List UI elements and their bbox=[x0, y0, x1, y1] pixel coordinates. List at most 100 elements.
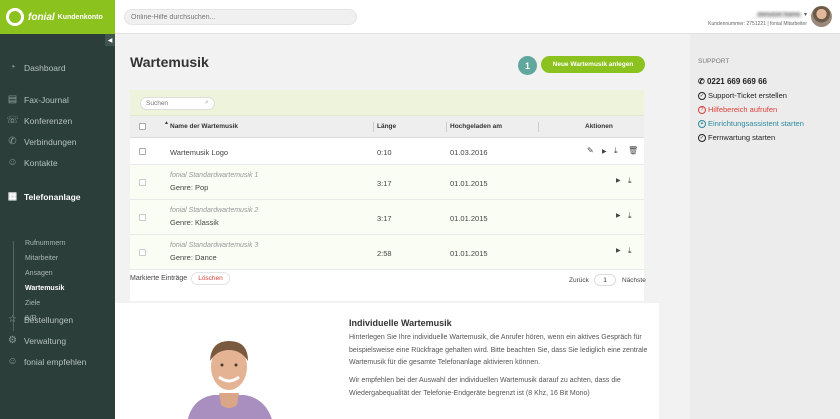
column-header-name[interactable]: Name der Wartemusik bbox=[170, 123, 238, 130]
link-support-ticket[interactable]: ✓ Support-Ticket erstellen bbox=[698, 91, 787, 100]
subnav-item-ziele[interactable]: Ziele bbox=[25, 300, 40, 307]
sidebar-item-bestellungen[interactable]: ☆ Bestellungen bbox=[0, 314, 115, 325]
play-icon[interactable]: ▶ bbox=[616, 177, 621, 184]
pagination-next[interactable]: Nächste bbox=[622, 277, 646, 284]
edit-icon[interactable]: ✎ bbox=[587, 146, 594, 155]
link-label: Hilfebereich aufrufen bbox=[708, 105, 778, 114]
row-name: Wartemusik Logo bbox=[170, 148, 229, 157]
pagination-page-input[interactable]: 1 bbox=[594, 274, 616, 286]
sidebar-collapse-icon[interactable]: ◀ bbox=[105, 34, 115, 46]
support-heading: SUPPORT bbox=[698, 58, 730, 65]
link-help-area[interactable]: ? Hilfebereich aufrufen bbox=[698, 105, 777, 114]
row-genre: Genre: Pop bbox=[170, 183, 209, 192]
trash-icon[interactable]: 🗑 bbox=[628, 146, 638, 155]
table-row[interactable]: fonial Standardwartemusik 1 Genre: Pop 3… bbox=[130, 165, 644, 200]
row-length: 3:17 bbox=[377, 179, 392, 188]
link-label: Fernwartung starten bbox=[708, 133, 776, 142]
row-uploaded: 01.03.2016 bbox=[450, 148, 488, 157]
sidebar-item-label: Verwaltung bbox=[24, 335, 67, 346]
row-uploaded: 01.01.2015 bbox=[450, 249, 488, 258]
link-label: Support-Ticket erstellen bbox=[708, 91, 787, 100]
table-row[interactable]: fonial Standardwartemusik 2 Genre: Klass… bbox=[130, 200, 644, 235]
step-badge: 1 bbox=[518, 56, 537, 75]
star-icon: ☆ bbox=[8, 314, 17, 325]
sidebar-item-fax-journal[interactable]: ▤ Fax-Journal bbox=[0, 94, 115, 105]
conference-icon: ☏ bbox=[6, 115, 19, 126]
column-header-actions: Aktionen bbox=[585, 123, 613, 130]
person-photo bbox=[181, 333, 277, 419]
page-title: Wartemusik bbox=[130, 54, 209, 70]
column-divider bbox=[373, 122, 374, 132]
table-search-input[interactable] bbox=[140, 97, 215, 110]
row-genre: Genre: Klassik bbox=[170, 218, 219, 227]
main-content: Wartemusik 1 Neue Wartemusik anlegen ⌕ ▲… bbox=[115, 34, 690, 419]
avatar[interactable] bbox=[811, 6, 832, 27]
row-length: 3:17 bbox=[377, 214, 392, 223]
select-all-checkbox[interactable] bbox=[139, 123, 146, 130]
row-genre: Genre: Dance bbox=[170, 253, 217, 262]
bulk-action-label: Markierte Einträge bbox=[130, 275, 188, 282]
phone-system-icon: ▦ bbox=[7, 191, 18, 202]
delete-button[interactable]: Löschen bbox=[191, 272, 230, 285]
row-checkbox[interactable] bbox=[139, 148, 146, 155]
row-checkbox[interactable] bbox=[139, 179, 146, 186]
help-search-input[interactable] bbox=[124, 9, 357, 25]
recommend-icon: ☺ bbox=[7, 356, 18, 367]
remote-icon: ✓ bbox=[698, 133, 706, 142]
play-icon[interactable]: ▶ bbox=[616, 212, 621, 219]
sort-asc-icon[interactable]: ▲ bbox=[164, 120, 169, 126]
download-icon[interactable]: ⤓ bbox=[614, 146, 618, 156]
user-name[interactable]: Benutzer Name bbox=[756, 12, 802, 18]
sidebar-item-kontakte[interactable]: ☺ Kontakte bbox=[0, 157, 115, 168]
brand-logo[interactable]: fonial Kundenkonto bbox=[0, 0, 115, 34]
play-icon[interactable]: ▶ bbox=[616, 247, 621, 254]
sidebar-item-dashboard[interactable]: ◔ Dashboard bbox=[0, 62, 115, 73]
table-row[interactable]: fonial Standardwartemusik 3 Genre: Dance… bbox=[130, 235, 644, 270]
sidebar-item-label: fonial empfehlen bbox=[24, 356, 87, 367]
table-row[interactable]: Wartemusik Logo 0:10 01.03.2016 ✎ ▶ ⤓ 🗑 bbox=[130, 138, 644, 165]
info-paragraph: Hinterlegen Sie Ihre individuelle Wartem… bbox=[349, 334, 648, 366]
table-header: ▲ Name der Wartemusik Länge Hochgeladen … bbox=[130, 116, 644, 138]
sidebar-item-label: Konferenzen bbox=[24, 115, 73, 126]
column-header-length[interactable]: Länge bbox=[377, 123, 396, 130]
subnav-item-wartemusik[interactable]: Wartemusik bbox=[25, 285, 64, 292]
subnav-item-rufnummern[interactable]: Rufnummern bbox=[25, 240, 65, 247]
pagination-prev[interactable]: Zurück bbox=[569, 277, 589, 284]
sidebar-item-empfehlen[interactable]: ☺ fonial empfehlen bbox=[0, 356, 115, 367]
column-divider bbox=[446, 122, 447, 132]
logo-icon bbox=[6, 8, 24, 26]
link-remote-support[interactable]: ✓ Fernwartung starten bbox=[698, 133, 775, 142]
link-label: Einrichtungsassistent starten bbox=[708, 119, 804, 128]
subnav-item-ansagen[interactable]: Ansagen bbox=[25, 270, 53, 277]
chevron-down-icon[interactable]: ▾ bbox=[804, 12, 807, 18]
sidebar: ◀ ◔ Dashboard ▤ Fax-Journal ☏ Konferenze… bbox=[0, 34, 115, 419]
sidebar-item-label: Fax-Journal bbox=[24, 94, 69, 105]
download-icon[interactable]: ⤓ bbox=[628, 246, 632, 256]
row-length: 2:58 bbox=[377, 249, 392, 258]
new-hold-music-button[interactable]: Neue Wartemusik anlegen bbox=[541, 56, 645, 73]
subnav-item-mitarbeiter[interactable]: Mitarbeiter bbox=[25, 255, 58, 262]
sidebar-item-label: Bestellungen bbox=[24, 314, 74, 325]
row-checkbox[interactable] bbox=[139, 214, 146, 221]
link-setup-wizard[interactable]: ✦ Einrichtungsassistent starten bbox=[698, 119, 804, 128]
row-uploaded: 01.01.2015 bbox=[450, 179, 488, 188]
customer-number: Kundennummer: 2751221 | fonial Mitarbeit… bbox=[708, 21, 807, 27]
support-phone[interactable]: ✆ 0221 669 669 66 bbox=[698, 77, 767, 86]
sidebar-item-verbindungen[interactable]: ✆ Verbindungen bbox=[0, 136, 115, 147]
sidebar-item-verwaltung[interactable]: ⚙ Verwaltung bbox=[0, 335, 115, 346]
download-icon[interactable]: ⤓ bbox=[628, 211, 632, 221]
wand-icon: ✦ bbox=[698, 119, 706, 128]
search-icon[interactable]: ⌕ bbox=[205, 99, 209, 107]
sidebar-item-telefonanlage[interactable]: ▦ Telefonanlage bbox=[0, 191, 115, 202]
sidebar-item-label: Kontakte bbox=[24, 157, 58, 168]
download-icon[interactable]: ⤓ bbox=[628, 176, 632, 186]
fax-icon: ▤ bbox=[7, 94, 18, 105]
row-checkbox[interactable] bbox=[139, 249, 146, 256]
play-icon[interactable]: ▶ bbox=[602, 148, 607, 155]
sidebar-item-konferenzen[interactable]: ☏ Konferenzen bbox=[0, 115, 115, 126]
user-menu[interactable]: Benutzer Name ▾ Kundennummer: 2751221 | … bbox=[708, 9, 807, 27]
info-title: Individuelle Wartemusik bbox=[349, 318, 452, 328]
row-name: fonial Standardwartemusik 1 bbox=[170, 172, 259, 179]
column-header-uploaded[interactable]: Hochgeladen am bbox=[450, 123, 502, 130]
contacts-icon: ☺ bbox=[7, 157, 18, 168]
